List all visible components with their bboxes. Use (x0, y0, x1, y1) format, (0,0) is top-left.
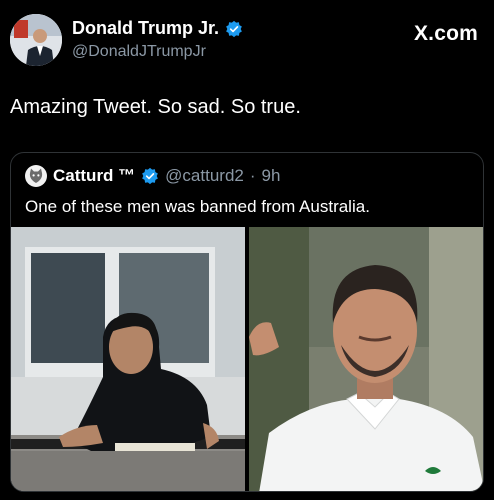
quoted-timestamp[interactable]: 9h (262, 166, 281, 186)
media-image-left[interactable] (11, 227, 245, 491)
quoted-media[interactable] (11, 227, 483, 491)
author-avatar[interactable] (10, 14, 62, 66)
verified-badge-icon (142, 167, 159, 185)
author-avatar-image (10, 14, 62, 66)
quoted-author-name[interactable]: Catturd ™ (53, 166, 135, 186)
author-handle[interactable]: @DonaldJTrumpJr (72, 43, 243, 61)
author-name[interactable]: Donald Trump Jr. (72, 18, 219, 39)
verified-badge-icon (226, 20, 242, 37)
separator-dot: · (249, 166, 256, 185)
quoted-tweet-text: One of these men was banned from Austral… (25, 197, 370, 216)
quoted-author-handle[interactable]: @catturd2 (165, 166, 244, 186)
tweet-text: Amazing Tweet. So sad. So true. (10, 96, 301, 118)
cat-avatar-icon[interactable] (25, 165, 47, 187)
brand-label: X.com (413, 22, 478, 45)
quoted-tweet-header: Catturd ™ @catturd2 · 9h (25, 165, 280, 187)
quoted-tweet[interactable]: Catturd ™ @catturd2 · 9h One of these me… (10, 152, 484, 492)
media-image-right[interactable] (249, 227, 483, 491)
tweet-header: Donald Trump Jr. @DonaldJTrumpJr X.com (10, 12, 480, 68)
